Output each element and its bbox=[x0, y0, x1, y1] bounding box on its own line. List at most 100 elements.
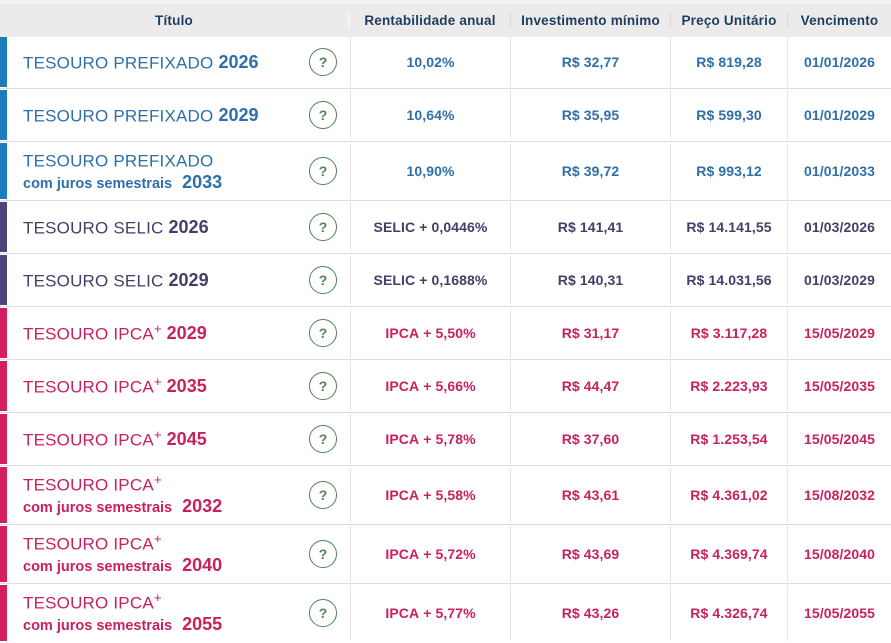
bond-year: 2033 bbox=[177, 171, 223, 192]
unit-price-value: R$ 993,12 bbox=[696, 163, 762, 179]
rate-value: + 5,77% bbox=[419, 605, 476, 621]
min-investment-cell: R$ 44,47 bbox=[510, 361, 670, 411]
bond-title-cell: TESOURO PREFIXADO 2026 ? bbox=[0, 37, 350, 87]
bond-name: TESOURO PREFIXADO bbox=[23, 53, 214, 73]
unit-price-cell: R$ 1.253,54 bbox=[670, 414, 787, 464]
maturity-cell: 15/05/2029 bbox=[787, 308, 891, 358]
min-investment-value: R$ 31,17 bbox=[561, 325, 620, 341]
bond-row[interactable]: TESOURO SELIC 2026 ? SELIC + 0,0446% R$ 1… bbox=[0, 202, 891, 252]
min-investment-value: R$ 141,41 bbox=[557, 219, 624, 235]
bond-table-header: Título Rentabilidade anual Investimento … bbox=[0, 4, 891, 37]
bond-name: TESOURO IPCA bbox=[23, 324, 154, 344]
min-investment-value: R$ 43,61 bbox=[561, 487, 620, 503]
maturity-date: 01/01/2029 bbox=[803, 107, 876, 123]
bond-row[interactable]: TESOURO PREFIXADO 2026 ? 10,02% R$ 32,77 … bbox=[0, 37, 891, 87]
min-investment-cell: R$ 140,31 bbox=[510, 255, 670, 305]
help-icon[interactable]: ? bbox=[309, 48, 337, 76]
help-icon[interactable]: ? bbox=[309, 266, 337, 294]
maturity-cell: 15/05/2035 bbox=[787, 361, 891, 411]
help-icon[interactable]: ? bbox=[309, 213, 337, 241]
bond-name-superscript: + bbox=[153, 531, 162, 547]
bond-title: TESOURO SELIC 2029 bbox=[23, 269, 209, 291]
rate-cell: SELIC + 0,0446% bbox=[350, 202, 510, 252]
help-icon[interactable]: ? bbox=[309, 101, 337, 129]
bond-year: 2026 bbox=[218, 52, 259, 73]
maturity-date: 15/08/2040 bbox=[803, 546, 876, 562]
rate-cell: SELIC + 0,1688% bbox=[350, 255, 510, 305]
bond-name-superscript: + bbox=[153, 590, 162, 606]
bond-title: TESOURO IPCA+ com juros semestrais 2040 bbox=[23, 531, 223, 575]
bond-title: TESOURO PREFIXADO 2029 bbox=[23, 104, 258, 126]
unit-price-value: R$ 14.031,56 bbox=[686, 272, 772, 288]
min-investment-cell: R$ 43,61 bbox=[510, 467, 670, 523]
min-investment-value: R$ 43,69 bbox=[561, 546, 620, 562]
bond-name: TESOURO IPCA bbox=[23, 593, 154, 613]
bond-row[interactable]: TESOURO IPCA+ 2045 ? IPCA + 5,78% R$ 37,6… bbox=[0, 414, 891, 464]
bond-name-superscript: + bbox=[153, 373, 162, 389]
min-investment-cell: R$ 43,69 bbox=[510, 526, 670, 582]
bond-row[interactable]: TESOURO SELIC 2029 ? SELIC + 0,1688% R$ 1… bbox=[0, 255, 891, 305]
help-icon[interactable]: ? bbox=[309, 372, 337, 400]
min-investment-cell: R$ 39,72 bbox=[510, 143, 670, 199]
bond-name-superscript: + bbox=[153, 426, 162, 442]
maturity-date: 15/05/2029 bbox=[803, 325, 876, 341]
rate-value: + 5,58% bbox=[419, 487, 476, 503]
rate-cell: IPCA + 5,66% bbox=[350, 361, 510, 411]
unit-price-cell: R$ 3.117,28 bbox=[670, 308, 787, 358]
rate-cell: 10,90% bbox=[350, 143, 510, 199]
bond-color-bar bbox=[0, 414, 7, 464]
bond-row[interactable]: TESOURO IPCA+ 2029 ? IPCA + 5,50% R$ 31,1… bbox=[0, 308, 891, 358]
min-investment-cell: R$ 43,26 bbox=[510, 585, 670, 641]
rate-value: + 5,78% bbox=[419, 431, 476, 447]
rate-index-label: SELIC bbox=[373, 219, 416, 235]
bond-title: TESOURO PREFIXADO com juros semestrais 2… bbox=[23, 149, 222, 192]
min-investment-cell: R$ 141,41 bbox=[510, 202, 670, 252]
maturity-date: 01/03/2026 bbox=[803, 219, 876, 235]
column-header-titulo: Título bbox=[0, 13, 350, 28]
rate-value: + 5,50% bbox=[419, 325, 476, 341]
bond-year: 2055 bbox=[177, 613, 223, 634]
maturity-cell: 15/05/2055 bbox=[787, 585, 891, 641]
help-icon[interactable]: ? bbox=[309, 425, 337, 453]
help-icon[interactable]: ? bbox=[309, 599, 337, 627]
bond-year: 2029 bbox=[168, 270, 209, 291]
min-investment-value: R$ 43,26 bbox=[561, 605, 620, 621]
column-header-rentabilidade: Rentabilidade anual bbox=[364, 13, 496, 28]
help-icon[interactable]: ? bbox=[309, 481, 337, 509]
bond-year: 2032 bbox=[177, 495, 223, 516]
bond-row[interactable]: TESOURO IPCA+ com juros semestrais 2032 … bbox=[0, 467, 891, 523]
bond-row[interactable]: TESOURO IPCA+ com juros semestrais 2040 … bbox=[0, 526, 891, 582]
rate-index-label: IPCA bbox=[385, 378, 420, 394]
rate-cell: 10,64% bbox=[350, 90, 510, 140]
maturity-cell: 15/08/2040 bbox=[787, 526, 891, 582]
bond-title-cell: TESOURO IPCA+ 2035 ? bbox=[0, 361, 350, 411]
unit-price-cell: R$ 2.223,93 bbox=[670, 361, 787, 411]
bond-title-cell: TESOURO SELIC 2026 ? bbox=[0, 202, 350, 252]
rate-index-label: IPCA bbox=[385, 325, 420, 341]
help-icon[interactable]: ? bbox=[309, 319, 337, 347]
rate-value: + 5,66% bbox=[419, 378, 476, 394]
bond-row[interactable]: TESOURO IPCA+ 2035 ? IPCA + 5,66% R$ 44,4… bbox=[0, 361, 891, 411]
bond-row[interactable]: TESOURO IPCA+ com juros semestrais 2055 … bbox=[0, 585, 891, 641]
maturity-cell: 01/01/2033 bbox=[787, 143, 891, 199]
bond-title-cell: TESOURO IPCA+ com juros semestrais 2055 … bbox=[0, 585, 350, 641]
bond-row[interactable]: TESOURO PREFIXADO com juros semestrais 2… bbox=[0, 143, 891, 199]
unit-price-value: R$ 4.369,74 bbox=[690, 546, 768, 562]
min-investment-cell: R$ 31,17 bbox=[510, 308, 670, 358]
bond-year: 2040 bbox=[177, 554, 223, 575]
bond-color-bar bbox=[0, 143, 7, 199]
rate-index-label: SELIC bbox=[373, 272, 416, 288]
bond-row[interactable]: TESOURO PREFIXADO 2029 ? 10,64% R$ 35,95 … bbox=[0, 90, 891, 140]
bond-name: TESOURO IPCA bbox=[23, 430, 154, 450]
help-icon[interactable]: ? bbox=[309, 157, 337, 185]
bond-name: TESOURO PREFIXADO bbox=[23, 106, 214, 126]
bond-title: TESOURO IPCA+ 2035 bbox=[23, 373, 207, 397]
rate-value: + 0,1688% bbox=[415, 272, 488, 288]
bond-color-bar bbox=[0, 37, 7, 87]
min-investment-value: R$ 32,77 bbox=[561, 54, 620, 70]
bond-title: TESOURO SELIC 2026 bbox=[23, 216, 209, 238]
min-investment-cell: R$ 35,95 bbox=[510, 90, 670, 140]
help-icon[interactable]: ? bbox=[309, 540, 337, 568]
rate-cell: IPCA + 5,50% bbox=[350, 308, 510, 358]
min-investment-cell: R$ 32,77 bbox=[510, 37, 670, 87]
